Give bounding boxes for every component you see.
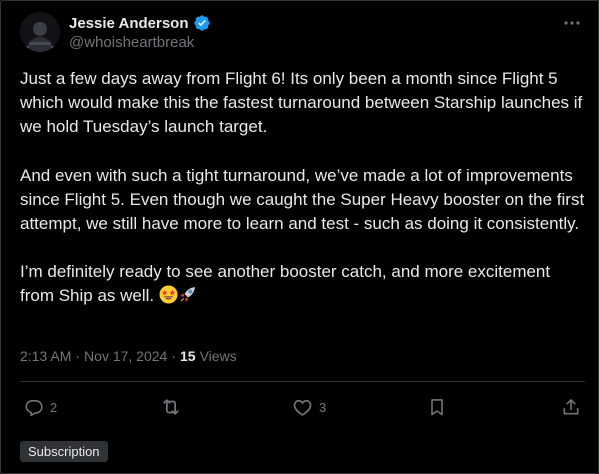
tweet-paragraph: And even with such a tight turnaround, w… bbox=[20, 165, 585, 234]
more-dots-icon bbox=[564, 21, 580, 25]
bookmark-button[interactable] bbox=[427, 393, 447, 421]
avatar[interactable] bbox=[20, 12, 60, 52]
heart-icon bbox=[293, 399, 312, 416]
retweet-icon bbox=[163, 399, 179, 415]
views-count[interactable]: 15 bbox=[180, 348, 196, 364]
tweet-paragraph: Just a few days away from Flight 6! Its … bbox=[20, 69, 583, 137]
meta-separator: · bbox=[171, 348, 177, 364]
verified-badge-icon bbox=[193, 14, 211, 32]
bookmark-icon bbox=[431, 399, 443, 416]
share-icon bbox=[563, 399, 579, 415]
reply-count: 2 bbox=[50, 399, 58, 415]
like-count: 3 bbox=[319, 399, 327, 415]
tweet-date[interactable]: Nov 17, 2024 bbox=[84, 348, 167, 364]
tweet-time[interactable]: 2:13 AM bbox=[20, 348, 71, 364]
subscription-badge[interactable]: Subscription bbox=[20, 441, 108, 462]
more-options-button[interactable] bbox=[562, 13, 582, 33]
author-handle[interactable]: @whoisheartbreak bbox=[69, 34, 194, 51]
tweet-actions-bar: 2 3 bbox=[20, 393, 585, 421]
reply-button[interactable]: 2 bbox=[24, 393, 57, 421]
star-struck-emoji-icon bbox=[159, 285, 178, 304]
actions-divider bbox=[20, 381, 585, 382]
tweet-paragraph-text: I’m definitely ready to see another boos… bbox=[20, 262, 551, 306]
author-display-name[interactable]: Jessie Anderson bbox=[69, 15, 189, 32]
rocket-emoji-icon bbox=[178, 285, 197, 304]
reply-icon bbox=[25, 400, 43, 417]
tweet-card: Jessie Anderson @whoisheartbreak Just a … bbox=[0, 0, 599, 474]
avatar-image bbox=[20, 12, 60, 52]
tweet-text: Just a few days away from Flight 6! Its … bbox=[20, 67, 585, 309]
tweet-meta: 2:13 AM · Nov 17, 2024 · 15 Views bbox=[20, 346, 237, 366]
share-button[interactable] bbox=[561, 393, 581, 421]
views-label: Views bbox=[199, 348, 237, 364]
retweet-button[interactable] bbox=[160, 393, 182, 421]
tweet-paragraph-last: I’m definitely ready to see another boos… bbox=[20, 260, 585, 308]
like-button[interactable]: 3 bbox=[292, 393, 326, 421]
meta-separator: · bbox=[75, 348, 81, 364]
author-name-row: Jessie Anderson bbox=[69, 13, 211, 33]
